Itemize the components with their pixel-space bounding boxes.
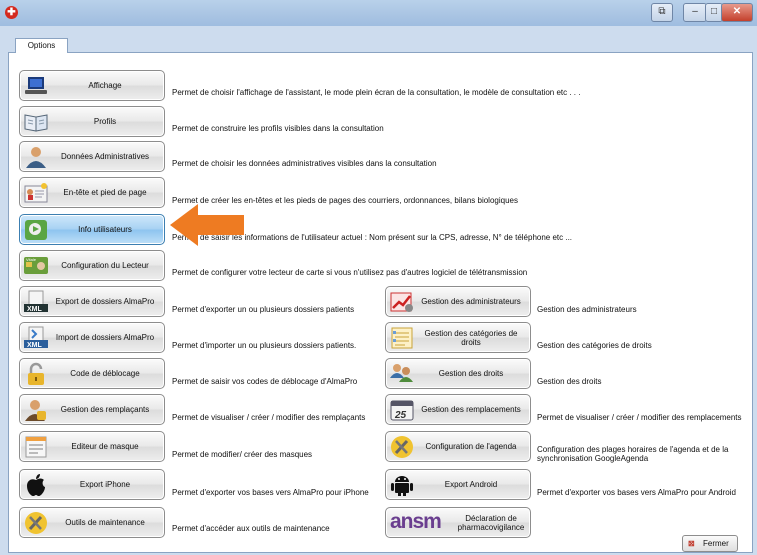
book-icon: [24, 114, 48, 132]
configuration-agenda-description: Configuration des plages horaires de l'a…: [537, 445, 729, 463]
import-dossiers-description: Permet d'importer un ou plusieurs dossie…: [172, 341, 357, 350]
tab-options[interactable]: Options: [15, 38, 68, 53]
gestion-droits-label: Gestion des droits: [438, 369, 504, 378]
export-dossiers-label: Export de dossiers AlmaPro: [55, 297, 155, 306]
affichage-description: Permet de choisir l'affichage de l'assis…: [172, 88, 581, 97]
user-info-icon: [25, 220, 47, 240]
outils-maintenance-label: Outils de maintenance: [65, 518, 145, 527]
gestion-categories-droits-button[interactable]: Gestion des catégories de droits: [385, 322, 531, 353]
export-dossiers-description: Permet d'exporter un ou plusieurs dossie…: [172, 305, 355, 314]
configuration-lecteur-label: Configuration du Lecteur: [61, 261, 149, 270]
laptop-icon: [25, 77, 47, 94]
profils-button[interactable]: Profils: [19, 106, 165, 137]
gestion-categories-droits-description: Gestion des catégories de droits: [537, 341, 652, 350]
gestion-droits-description: Gestion des droits: [537, 377, 602, 386]
gestion-remplacants-description: Permet de visualiser / créer / modifier …: [172, 413, 366, 422]
highlight-arrow: [170, 204, 244, 246]
profils-label: Profils: [93, 117, 117, 126]
padlock-icon: [28, 362, 44, 385]
xml-export-icon: XML: [24, 290, 48, 313]
donnees-administratives-description: Permet de choisir les données administra…: [172, 159, 437, 168]
agenda-tools-icon: [391, 436, 413, 458]
editeur-masque-label: Editeur de masque: [71, 442, 139, 451]
affichage-label: Affichage: [88, 81, 122, 90]
calendar-icon: 25: [390, 400, 414, 421]
person-icon: [26, 147, 46, 168]
configuration-lecteur-button[interactable]: Vitale Configuration du Lecteur: [19, 250, 165, 281]
document-header-icon: [24, 183, 48, 203]
export-iphone-description: Permet d'exporter vos bases vers AlmaPro…: [172, 488, 369, 497]
categories-icon: [391, 327, 413, 349]
en-tete-pied-de-page-button[interactable]: En-tête et pied de page: [19, 177, 165, 208]
outils-maintenance-description: Permet d'accéder aux outils de maintenan…: [172, 524, 330, 533]
title-bar: ✚ ⧉ – □ ✕: [0, 0, 757, 26]
donnees-administratives-button[interactable]: Données Administratives: [19, 141, 165, 172]
code-deblocage-description: Permet de saisir vos codes de déblocage …: [172, 377, 358, 386]
export-iphone-button[interactable]: Export iPhone: [19, 469, 165, 500]
code-deblocage-button[interactable]: Code de déblocage: [19, 358, 165, 389]
gestion-droits-button[interactable]: Gestion des droits: [385, 358, 531, 389]
vitale-text: Vitale: [26, 257, 37, 262]
restore-down-icon[interactable]: ⧉: [651, 3, 673, 22]
configuration-agenda-label: Configuration de l'agenda: [425, 442, 517, 451]
gestion-categories-droits-label: Gestion des catégories de droits: [424, 328, 518, 347]
profils-description: Permet de construire les profils visible…: [172, 124, 384, 133]
xml-text: XML: [27, 306, 43, 313]
fermer-label: Fermer: [703, 539, 729, 548]
ansm-logo: ansm: [390, 510, 442, 533]
gestion-remplacements-label: Gestion des remplacements: [421, 405, 521, 414]
android-icon: [391, 476, 413, 496]
outils-maintenance-button[interactable]: Outils de maintenance: [19, 507, 165, 538]
editeur-masque-description: Permet de modifier/ créer des masques: [172, 450, 313, 459]
configuration-agenda-button[interactable]: Configuration de l'agenda: [385, 431, 531, 462]
fermer-button[interactable]: ⊠ Fermer: [682, 535, 738, 552]
export-android-description: Permet d'exporter vos bases vers AlmaPro…: [537, 488, 736, 497]
code-deblocage-label: Code de déblocage: [70, 369, 140, 378]
vitale-card-icon: Vitale: [24, 257, 48, 274]
en-tete-pied-de-page-label: En-tête et pied de page: [63, 188, 147, 197]
gestion-remplacements-button[interactable]: 25 Gestion des remplacements: [385, 394, 531, 425]
editeur-masque-button[interactable]: Editeur de masque: [19, 431, 165, 462]
form-editor-icon: [25, 436, 47, 458]
group-users-icon: [390, 364, 413, 382]
minimize-button[interactable]: –: [683, 3, 707, 22]
import-dossiers-button[interactable]: XML Import de dossiers AlmaPro: [19, 322, 165, 353]
info-utilisateurs-button[interactable]: Info utilisateurs: [19, 214, 165, 245]
close-icon: ⊠: [688, 539, 695, 548]
gestion-remplacants-button[interactable]: Gestion des remplaçants: [19, 394, 165, 425]
export-dossiers-button[interactable]: XML Export de dossiers AlmaPro: [19, 286, 165, 317]
declaration-pharmacovigilance-label: Déclaration de pharmacovigilance: [457, 513, 525, 532]
gestion-administrateurs-description: Gestion des administrateurs: [537, 305, 637, 314]
apple-icon: [27, 474, 45, 496]
export-android-button[interactable]: Export Android: [385, 469, 531, 500]
calendar-day-text: 25: [394, 410, 407, 421]
xml-text: XML: [27, 342, 43, 349]
declaration-pharmacovigilance-button[interactable]: ansm Déclaration de pharmacovigilance: [385, 507, 531, 538]
replacement-person-icon: [25, 400, 46, 421]
donnees-administratives-label: Données Administratives: [60, 152, 150, 161]
tools-icon: [25, 512, 47, 534]
info-utilisateurs-label: Info utilisateurs: [78, 225, 132, 234]
gestion-administrateurs-button[interactable]: Gestion des administrateurs: [385, 286, 531, 317]
export-iphone-label: Export iPhone: [79, 480, 131, 489]
app-icon: ✚: [5, 6, 18, 19]
export-android-label: Export Android: [444, 480, 498, 489]
gestion-remplacements-description: Permet de visualiser / créer / modifier …: [537, 413, 742, 422]
import-dossiers-label: Import de dossiers AlmaPro: [55, 333, 155, 342]
configuration-lecteur-description: Permet de configurer votre lecteur de ca…: [172, 268, 528, 277]
close-window-button[interactable]: ✕: [721, 3, 753, 22]
affichage-button[interactable]: Affichage: [19, 70, 165, 101]
xml-import-icon: XML: [24, 326, 48, 349]
gestion-administrateurs-label: Gestion des administrateurs: [421, 297, 521, 306]
admin-chart-icon: [390, 292, 413, 312]
gestion-remplacants-label: Gestion des remplaçants: [60, 405, 150, 414]
